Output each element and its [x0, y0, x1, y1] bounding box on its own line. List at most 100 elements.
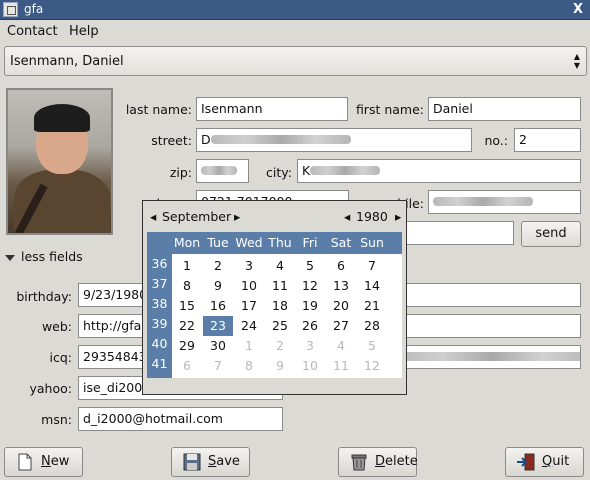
- new-label: ew: [50, 454, 70, 469]
- house-number-input[interactable]: 2: [514, 128, 581, 152]
- new-button[interactable]: New: [4, 447, 83, 477]
- calendar-day-other-month[interactable]: 8: [234, 356, 264, 376]
- calendar-day-other-month[interactable]: 4: [326, 336, 356, 356]
- calendar-popup: ◂ September ▸ ◂ 1980 ▸ Mon Tue Wed Thu Fri Sa…: [142, 200, 407, 395]
- web-label: web:: [41, 319, 72, 334]
- day-name-tue: Tue: [207, 235, 229, 250]
- calendar-day[interactable]: 25: [265, 316, 295, 336]
- calendar-day[interactable]: 3: [234, 256, 264, 276]
- day-name-mon: Mon: [173, 235, 201, 250]
- calendar-month: September: [162, 209, 232, 224]
- calendar-day-other-month[interactable]: 9: [265, 356, 295, 376]
- quit-button[interactable]: Quit: [505, 447, 584, 477]
- city-label: city:: [266, 165, 292, 180]
- birthday-label: birthday:: [16, 289, 72, 304]
- menu-help[interactable]: Help: [69, 24, 99, 39]
- calendar-day[interactable]: 12: [295, 276, 325, 296]
- calendar-day[interactable]: 15: [172, 296, 202, 316]
- day-name-wed: Wed: [235, 235, 263, 250]
- street-label: street:: [151, 133, 192, 148]
- calendar-day[interactable]: 24: [234, 316, 264, 336]
- calendar-day[interactable]: 20: [326, 296, 356, 316]
- first-name-label: first name:: [355, 102, 424, 117]
- first-name-input[interactable]: Daniel: [428, 97, 581, 121]
- last-name-input[interactable]: Isenmann: [196, 97, 348, 121]
- calendar-day[interactable]: 9: [203, 276, 233, 296]
- menu-help-label: Help: [69, 24, 99, 39]
- calendar-year: 1980: [356, 209, 388, 224]
- city-value: K: [302, 163, 311, 178]
- calendar-day-selected[interactable]: 23: [203, 316, 233, 336]
- calendar-day[interactable]: 5: [295, 256, 325, 276]
- next-year-button[interactable]: ▸: [395, 209, 401, 224]
- calendar-day[interactable]: 28: [357, 316, 387, 336]
- street-input[interactable]: D: [196, 128, 472, 152]
- calendar-day[interactable]: 2: [203, 256, 233, 276]
- calendar-day-other-month[interactable]: 7: [203, 356, 233, 376]
- trash-can-icon: [351, 454, 367, 471]
- calendar-day[interactable]: 1: [172, 256, 202, 276]
- calendar-day-other-month[interactable]: 5: [357, 336, 387, 356]
- prev-month-button[interactable]: ◂: [150, 209, 156, 224]
- calendar-day[interactable]: 22: [172, 316, 202, 336]
- calendar-day-other-month[interactable]: 1: [234, 336, 264, 356]
- calendar-day[interactable]: 10: [234, 276, 264, 296]
- less-fields-label: less fields: [21, 249, 83, 264]
- save-button[interactable]: Save: [171, 447, 250, 477]
- calendar-day[interactable]: 4: [265, 256, 295, 276]
- window-menu-icon[interactable]: [3, 2, 18, 17]
- calendar-day[interactable]: 17: [234, 296, 264, 316]
- calendar-day-other-month[interactable]: 12: [357, 356, 387, 376]
- calendar-day[interactable]: 26: [295, 316, 325, 336]
- week-number: 39: [151, 316, 168, 331]
- zip-label: zip:: [169, 165, 192, 180]
- calendar-day[interactable]: 18: [265, 296, 295, 316]
- quit-mnemonic: Q: [542, 454, 553, 469]
- calendar-day[interactable]: 11: [265, 276, 295, 296]
- delete-button[interactable]: Delete: [338, 447, 418, 477]
- calendar-day[interactable]: 14: [357, 276, 387, 296]
- calendar-day[interactable]: 29: [172, 336, 202, 356]
- prev-year-button[interactable]: ◂: [344, 209, 350, 224]
- email-input[interactable]: [402, 221, 514, 245]
- updown-arrows-icon: ▲ ▼: [573, 52, 580, 70]
- close-window-button[interactable]: X: [570, 2, 586, 17]
- calendar-day[interactable]: 7: [357, 256, 387, 276]
- calendar-day[interactable]: 27: [326, 316, 356, 336]
- new-document-icon: [18, 453, 32, 471]
- day-name-thu: Thu: [268, 235, 292, 250]
- contact-select[interactable]: Isenmann, Daniel ▲ ▼: [4, 46, 587, 76]
- save-label: ave: [216, 454, 240, 469]
- calendar-day-other-month[interactable]: 3: [295, 336, 325, 356]
- menu-contact[interactable]: Contact: [7, 24, 58, 39]
- calendar-day-other-month[interactable]: 11: [326, 356, 356, 376]
- week-number: 38: [151, 296, 168, 311]
- msn-input[interactable]: d_i2000@hotmail.com: [78, 407, 283, 431]
- last-name-label: last name:: [125, 102, 192, 117]
- calendar-day[interactable]: 21: [357, 296, 387, 316]
- calendar-day[interactable]: 16: [203, 296, 233, 316]
- contact-photo: [6, 88, 113, 235]
- calendar-day-other-month[interactable]: 6: [172, 356, 202, 376]
- send-button[interactable]: send: [521, 221, 581, 247]
- week-number: 40: [151, 336, 168, 351]
- calendar-day[interactable]: 30: [203, 336, 233, 356]
- day-name-sun: Sun: [360, 235, 384, 250]
- week-numbers-column: 36 37 38 39 40 41: [147, 254, 172, 378]
- expander-down-triangle-icon: [5, 254, 15, 261]
- less-fields-expander[interactable]: less fields: [5, 249, 83, 264]
- calendar-header: ◂ September ▸ ◂ 1980 ▸: [143, 201, 406, 231]
- city-input[interactable]: K: [297, 159, 581, 183]
- delete-mnemonic: D: [375, 454, 386, 469]
- zip-input[interactable]: [196, 159, 249, 183]
- mobile-input[interactable]: [428, 190, 581, 214]
- calendar-day-other-month[interactable]: 10: [295, 356, 325, 376]
- week-number: 37: [151, 276, 168, 291]
- calendar-day[interactable]: 8: [172, 276, 202, 296]
- calendar-day[interactable]: 6: [326, 256, 356, 276]
- calendar-day-other-month[interactable]: 2: [265, 336, 295, 356]
- next-month-button[interactable]: ▸: [234, 209, 240, 224]
- street-value: D: [201, 132, 211, 147]
- calendar-day[interactable]: 13: [326, 276, 356, 296]
- calendar-day[interactable]: 19: [295, 296, 325, 316]
